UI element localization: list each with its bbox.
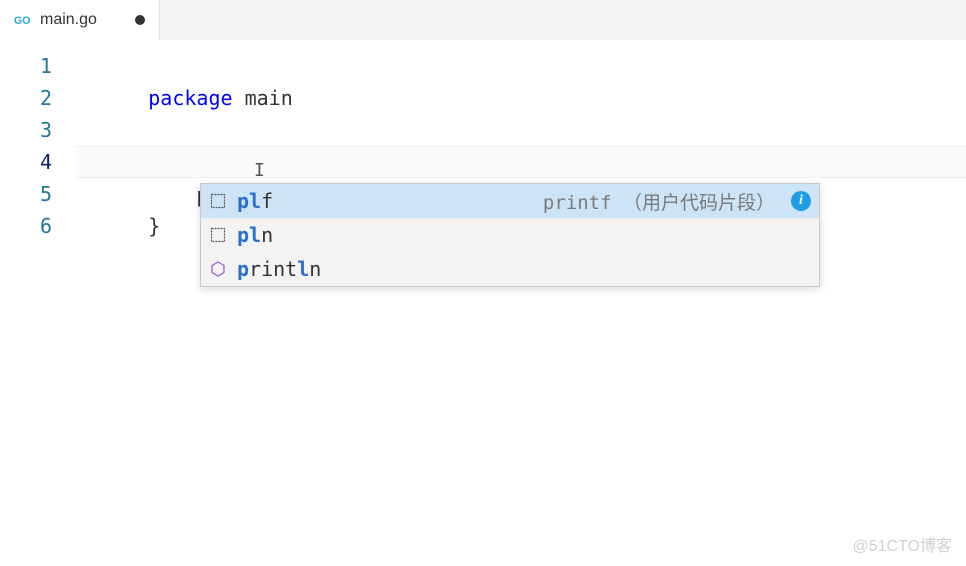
suggest-item[interactable]: println (201, 252, 819, 286)
method-icon (209, 260, 227, 278)
tab-filename: main.go (40, 11, 97, 29)
code-line-current: pl I (76, 146, 966, 178)
snippet-icon (209, 192, 227, 210)
suggest-item[interactable]: pln (201, 218, 819, 252)
watermark: @51CTO博客 (852, 532, 952, 556)
code-line: func main() { (76, 114, 966, 146)
line-number: 1 (0, 50, 52, 82)
snippet-icon (209, 226, 227, 244)
tab-bar: GO main.go (0, 0, 966, 40)
editor-tab[interactable]: GO main.go (0, 0, 160, 40)
dirty-indicator-icon (135, 15, 145, 25)
info-icon[interactable]: i (791, 191, 811, 211)
line-gutter: 1 2 3 4 5 6 (0, 40, 76, 566)
go-file-icon: GO (14, 11, 32, 29)
suggest-detail: printf （用户代码片段） (543, 188, 775, 215)
suggest-item[interactable]: plf printf （用户代码片段） i (201, 184, 819, 218)
suggest-label: pln (237, 223, 273, 247)
suggest-label: plf (237, 189, 273, 213)
suggest-label: println (237, 257, 321, 281)
code-line: package main (76, 50, 966, 82)
line-number: 5 (0, 178, 52, 210)
line-number: 6 (0, 210, 52, 242)
code-line (76, 82, 966, 114)
autocomplete-popup: plf printf （用户代码片段） i pln println (200, 183, 820, 287)
line-number: 2 (0, 82, 52, 114)
line-number: 3 (0, 114, 52, 146)
svg-text:GO: GO (14, 15, 31, 27)
code-area[interactable]: package main func main() { pl I } (76, 40, 966, 566)
editor: 1 2 3 4 5 6 package main func main() { p… (0, 40, 966, 566)
line-number-current: 4 (0, 146, 52, 178)
